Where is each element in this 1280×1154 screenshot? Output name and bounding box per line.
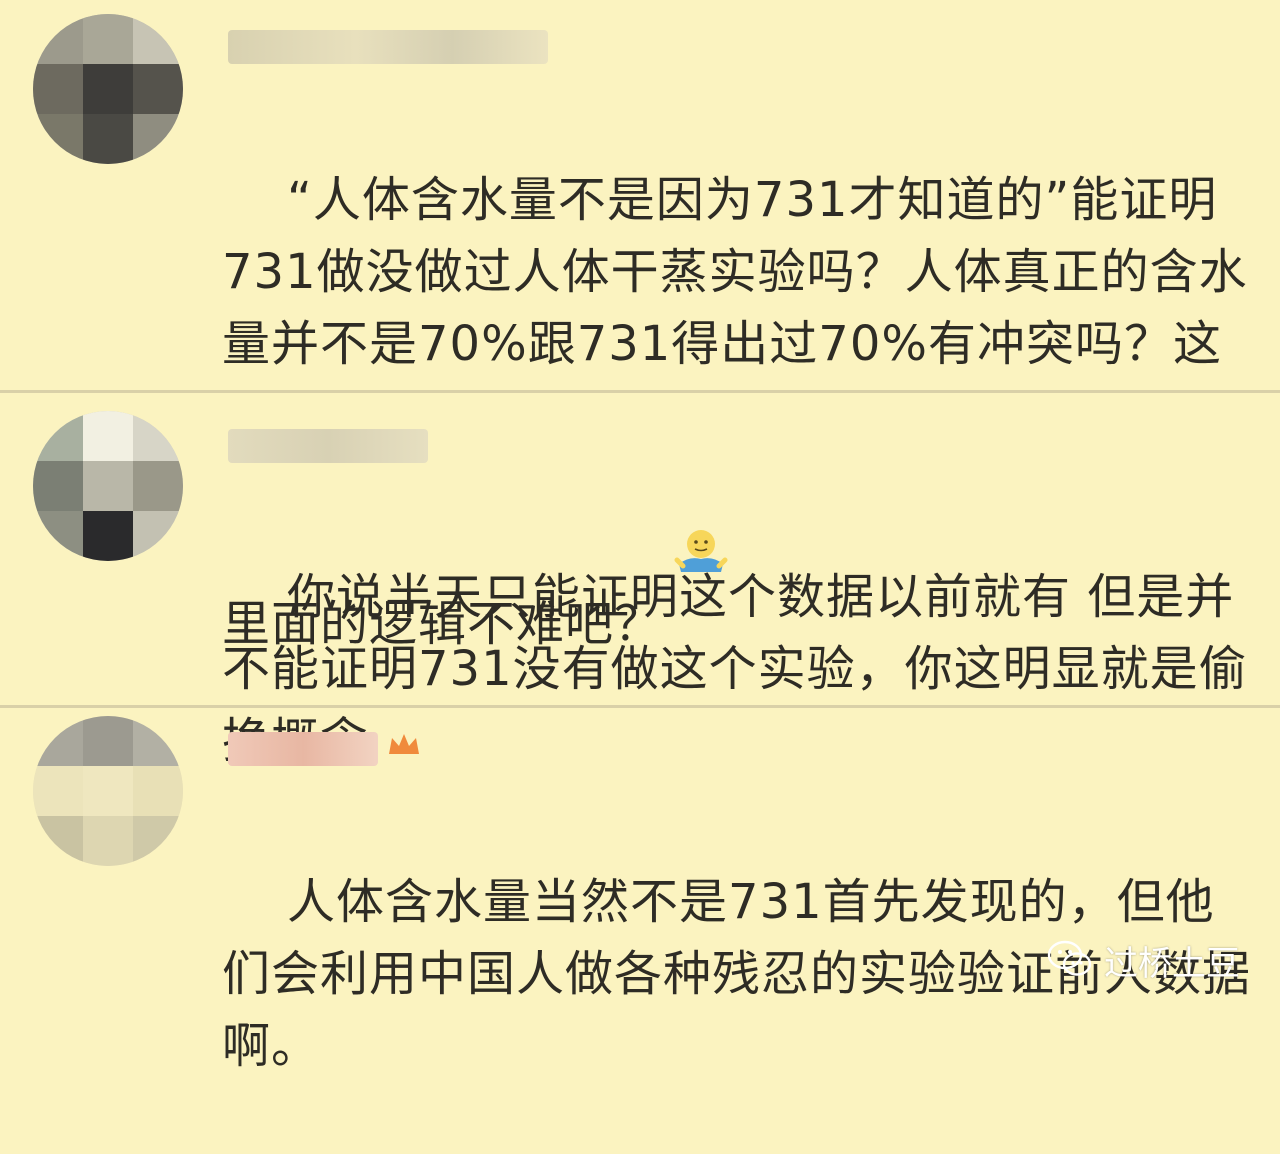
wechat-icon <box>1046 939 1094 983</box>
crown-icon <box>386 730 422 758</box>
avatar[interactable] <box>33 411 183 561</box>
watermark: 过桥土豆 <box>1046 936 1240 985</box>
watermark-text: 过桥土豆 <box>1104 944 1240 984</box>
avatar[interactable] <box>33 14 183 164</box>
comment-item: “人体含水量不是因为731才知道的”能证明731做没做过人体干蒸实验吗？人体真正… <box>0 0 1280 652</box>
username-blurred[interactable] <box>228 732 378 766</box>
username-blurred[interactable] <box>228 429 428 463</box>
avatar[interactable] <box>33 716 183 866</box>
comment-item: 你说半天只能证明这个数据以前就有 但是并不能证明731没有做这个实验，你这明显就… <box>0 393 1280 769</box>
username-blurred[interactable] <box>228 30 548 64</box>
